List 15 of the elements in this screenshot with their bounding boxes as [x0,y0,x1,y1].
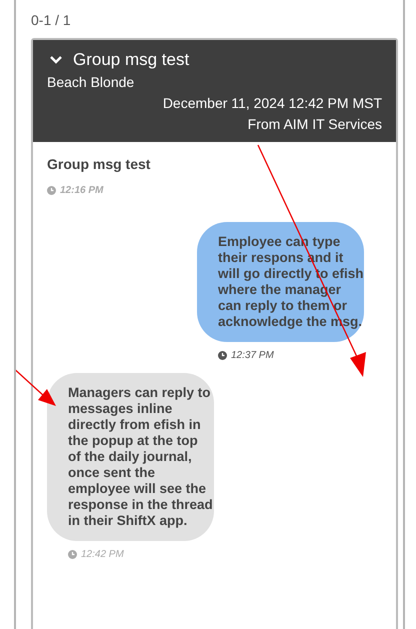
clock-icon [218,351,227,360]
clock-icon [68,550,77,559]
chevron-icon[interactable] [50,56,62,64]
card-header[interactable]: Group msg test Beach Blonde December 11, 2024 12:42 PM MST From AIM IT Services [33,40,396,142]
thread-source: From AIM IT Services [246,116,382,132]
message-subject: Group msg test [47,156,152,172]
thread-title: Group msg test [73,50,190,70]
message-time: 12:37 PM [231,350,274,361]
message-time: 12:42 PM [81,549,124,560]
thread-date: December 11, 2024 12:42 PM MST [162,95,382,111]
message-bubble: Managers can reply to messages inline directly from efish in the popup at the top of the daily journal, once sent the employee will see the response in the thread in their ShiftX app. [47,373,214,541]
clock-icon [47,186,56,195]
message-time: 12:16 PM [60,185,104,196]
page-counter: 0-1 / 1 [31,12,72,30]
sender-name: Beach Blonde [47,74,136,90]
